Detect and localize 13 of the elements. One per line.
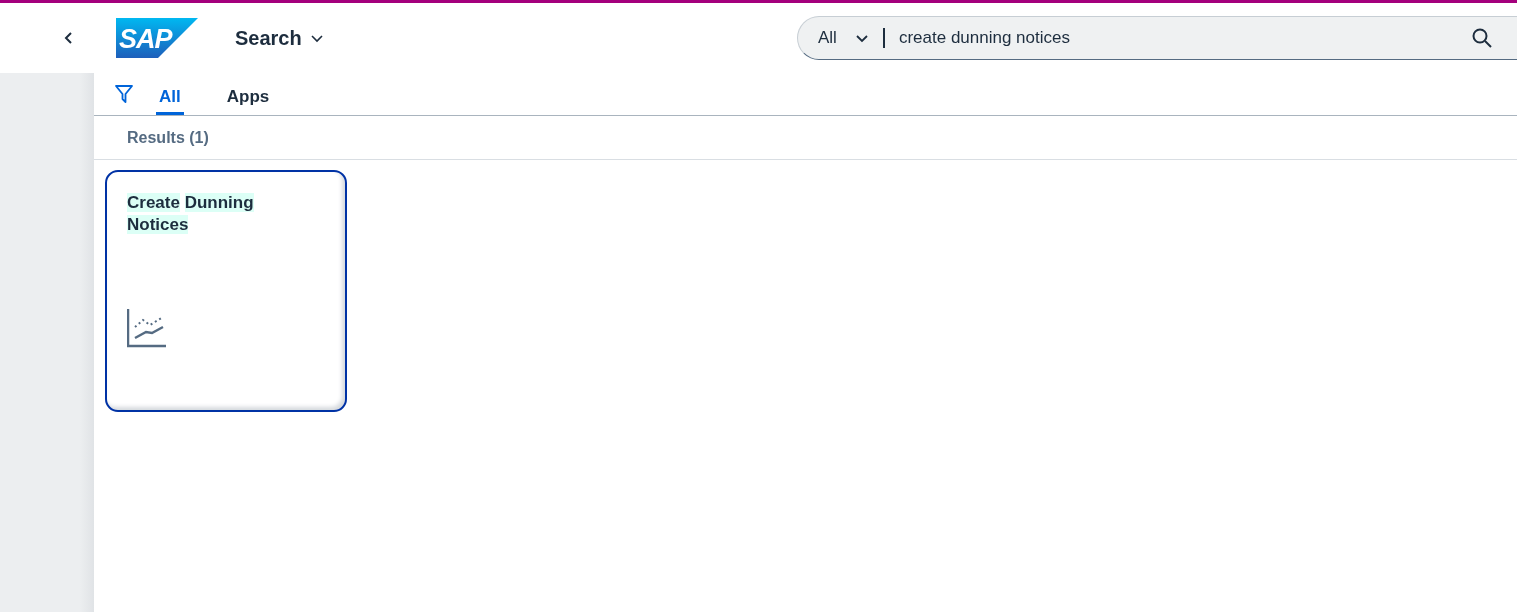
search-icon[interactable] bbox=[1472, 28, 1492, 48]
tab[interactable]: Apps bbox=[223, 87, 273, 115]
results-heading: Results (1) bbox=[127, 128, 209, 147]
tab[interactable]: All bbox=[156, 87, 184, 115]
app-tile[interactable]: Create Dunning Notices bbox=[105, 170, 347, 412]
filter-icon[interactable] bbox=[114, 84, 134, 104]
tile-title: Create Dunning Notices bbox=[127, 192, 255, 236]
search-query: create dunning notices bbox=[898, 28, 1071, 48]
sap-logo: SAP bbox=[116, 18, 198, 58]
search-title-menu[interactable]: Search bbox=[235, 26, 324, 50]
search-field[interactable]: All create dunning notices bbox=[797, 16, 1517, 60]
line-chart-icon bbox=[127, 308, 167, 348]
scope-dropdown[interactable]: All bbox=[818, 28, 869, 48]
